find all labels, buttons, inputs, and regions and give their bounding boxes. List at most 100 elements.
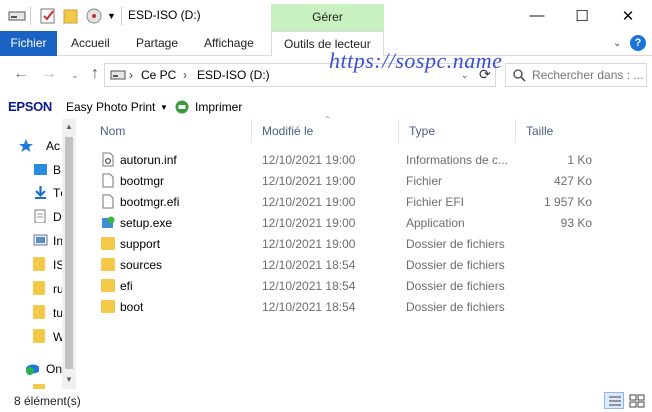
tab-home[interactable]: Accueil (71, 31, 110, 56)
tab-view[interactable]: Affichage (204, 31, 254, 56)
folder-icon (33, 257, 45, 271)
breadcrumb-this-pc[interactable]: Ce PC (141, 68, 176, 82)
table-row[interactable]: boot 12/10/2021 18:54 Dossier de fichier… (90, 296, 650, 317)
pictures-icon (33, 234, 48, 246)
file-type: Fichier (406, 174, 443, 188)
search-box[interactable] (505, 63, 647, 87)
table-row[interactable]: bootmgr 12/10/2021 19:00 Fichier 427 Ko (90, 170, 650, 191)
breadcrumb-separator: › (183, 68, 187, 82)
column-header-size[interactable]: Taille (516, 119, 596, 143)
scroll-up-icon[interactable]: ▲ (62, 122, 76, 131)
forward-icon[interactable]: → (40, 65, 58, 83)
search-input[interactable] (532, 68, 644, 82)
large-icons-view-icon[interactable] (627, 392, 647, 409)
file-modified: 12/10/2021 18:54 (262, 258, 356, 272)
item-count: 8 élément(s) (14, 394, 81, 408)
file-name: support (120, 237, 161, 251)
column-header-type[interactable]: Type (399, 119, 516, 143)
file-type: Dossier de fichiers (406, 237, 505, 251)
nav-scrollbar[interactable]: ▲ ▼ (62, 119, 76, 389)
file-name: bootmgr (120, 174, 165, 188)
chevron-down-icon[interactable]: ▼ (160, 103, 168, 112)
help-icon[interactable]: ? (630, 35, 646, 51)
download-icon (35, 186, 46, 199)
file-size: 1 957 Ko (543, 195, 592, 209)
details-view-icon[interactable] (604, 392, 624, 409)
nav-item-folder[interactable]: ru (0, 279, 62, 299)
column-header-name[interactable]: Nom (90, 119, 252, 143)
navigation-pane: Ac B Té D In IS ru tu (0, 119, 76, 389)
disc-icon[interactable] (85, 7, 103, 25)
tab-share[interactable]: Partage (136, 31, 178, 56)
table-row[interactable]: autorun.inf 12/10/2021 19:00 Information… (90, 149, 650, 170)
nav-item-folder[interactable] (0, 382, 62, 389)
table-row[interactable]: sources 12/10/2021 18:54 Dossier de fich… (90, 254, 650, 275)
folder-icon (101, 300, 115, 313)
explorer-window: ▼ ESD-ISO (D:) Gérer — ☐ ✕ Fichier Accue… (0, 0, 652, 412)
toolbar-divider (30, 7, 31, 25)
nav-item-label: tu (53, 306, 62, 320)
table-row[interactable]: efi 12/10/2021 18:54 Dossier de fichiers (90, 275, 650, 296)
print-icon (175, 100, 189, 114)
file-name: bootmgr.efi (120, 195, 180, 209)
nav-item-documents[interactable]: D (0, 207, 62, 227)
file-type: Informations de c... (406, 153, 509, 167)
back-icon[interactable]: ← (12, 65, 30, 83)
nav-item-downloads[interactable]: Té (0, 183, 62, 203)
nav-item-onedrive[interactable]: On (0, 359, 62, 379)
folder-icon (33, 281, 45, 295)
nav-item-pictures[interactable]: In (0, 231, 62, 251)
star-icon (19, 139, 33, 152)
table-row[interactable]: support 12/10/2021 19:00 Dossier de fich… (90, 233, 650, 254)
file-type: Application (406, 216, 465, 230)
file-modified: 12/10/2021 19:00 (262, 216, 356, 230)
nav-item-label: In (53, 234, 62, 248)
expand-ribbon-icon[interactable]: ⌄ (613, 38, 621, 49)
onedrive-icon (26, 364, 39, 375)
tab-file[interactable]: Fichier (0, 31, 57, 56)
close-button[interactable]: ✕ (605, 0, 651, 31)
file-icon (102, 194, 114, 209)
maximize-button[interactable]: ☐ (559, 0, 605, 31)
nav-item-quick-access[interactable]: Ac (0, 136, 62, 156)
table-row[interactable]: setup.exe 12/10/2021 19:00 Application 9… (90, 212, 650, 233)
nav-item-label: On (46, 362, 62, 376)
new-folder-icon[interactable] (63, 7, 79, 25)
file-name: autorun.inf (120, 153, 177, 167)
file-name: efi (120, 279, 133, 293)
scroll-thumb[interactable] (65, 137, 73, 369)
properties-icon[interactable] (40, 7, 56, 25)
status-bar: 8 élément(s) (0, 389, 652, 412)
nav-item-folder[interactable]: IS (0, 255, 62, 275)
nav-item-desktop[interactable]: B (0, 160, 62, 180)
print-button[interactable]: Imprimer (195, 100, 242, 114)
breadcrumb-current[interactable]: ESD-ISO (D:) (197, 68, 270, 82)
nav-item-folder[interactable]: W (0, 327, 62, 347)
file-name: sources (120, 258, 163, 272)
table-row[interactable]: bootmgr.efi 12/10/2021 19:00 Fichier EFI… (90, 191, 650, 212)
setup-icon (102, 216, 115, 228)
recent-locations-icon[interactable]: ⌄ (66, 70, 84, 81)
file-size: 93 Ko (560, 216, 592, 230)
nav-item-label: B (53, 163, 62, 177)
folder-icon (33, 329, 45, 343)
address-row: ← → ⌄ ↑ › Ce PC › ESD-ISO (D:) ⌄ ⟳ (0, 57, 652, 93)
file-type: Dossier de fichiers (406, 300, 505, 314)
column-header-modified[interactable]: Modifié le (252, 119, 399, 143)
toolbar-divider (121, 7, 122, 25)
nav-item-label: Ac (46, 139, 61, 153)
nav-item-label: D (53, 210, 62, 224)
epson-logo: EPSON (8, 99, 53, 114)
easy-photo-print-button[interactable]: Easy Photo Print (66, 100, 155, 114)
drive-icon[interactable] (8, 7, 26, 25)
customize-qa-icon[interactable]: ▼ (107, 11, 116, 29)
nav-item-folder[interactable]: tu (0, 303, 62, 323)
nav-item-label: Té (53, 186, 62, 200)
up-icon[interactable]: ↑ (86, 65, 104, 83)
minimize-button[interactable]: — (514, 0, 560, 31)
breadcrumb-separator: › (129, 68, 133, 82)
file-list: Nom ⌃ Modifié le Type Taille autorun.inf… (90, 115, 652, 389)
file-size: 1 Ko (567, 153, 592, 167)
contextual-tab-manage[interactable]: Gérer (271, 4, 384, 31)
scroll-down-icon[interactable]: ▼ (62, 375, 76, 384)
